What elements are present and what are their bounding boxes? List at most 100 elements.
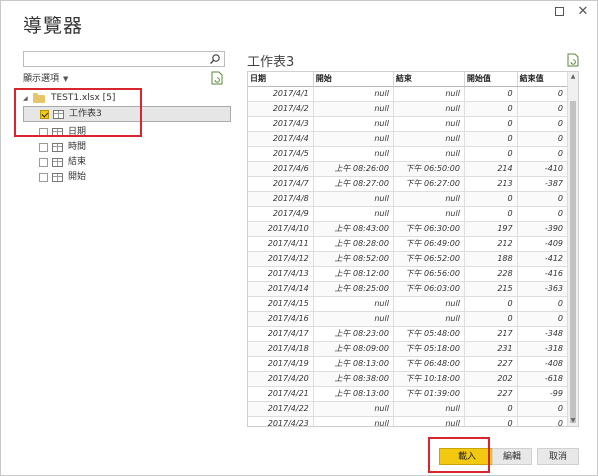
tree-item-checkbox[interactable]	[39, 173, 48, 182]
table-cell: -390	[517, 221, 569, 237]
tree-item-label: 結束	[68, 157, 87, 167]
table-cell: null	[393, 86, 465, 102]
table-row: 2017/4/10 上午 08:43:00 下午 06:30:00 197 -390	[248, 221, 569, 237]
table-row: 2017/4/23 null null 0 0	[248, 416, 569, 426]
tree-item-checkbox[interactable]	[39, 143, 48, 152]
table-cell: 0	[464, 311, 518, 327]
column-header[interactable]: 開始值	[464, 72, 518, 87]
table-row: 2017/4/13 上午 08:12:00 下午 06:56:00 228 -416	[248, 266, 569, 282]
table-cell: -408	[517, 356, 569, 372]
column-header[interactable]: 開始	[313, 72, 394, 87]
table-cell: null	[393, 131, 465, 147]
vertical-scrollbar[interactable]: ▲ ▼	[567, 72, 578, 426]
table-cell: 2017/4/7	[248, 176, 314, 192]
table-cell: 215	[464, 281, 518, 297]
maximize-icon	[554, 7, 564, 16]
display-options-label: 顯示選項	[23, 74, 60, 84]
table-cell: null	[313, 416, 394, 426]
table-cell: 228	[464, 266, 518, 282]
table-row: 2017/4/21 上午 08:13:00 下午 01:39:00 227 -99	[248, 386, 569, 402]
edit-button[interactable]: 編輯	[492, 448, 532, 465]
tree-item-label: 時間	[68, 142, 87, 152]
preview-table-container: 日期 開始 結束 開始值 結束值 2017/4/1 null null 0 0 2017/4/2 n…	[247, 71, 579, 427]
table-cell: -409	[517, 236, 569, 252]
table-cell: 227	[464, 356, 518, 372]
tree-item-checkbox[interactable]	[39, 158, 48, 167]
table-cell: 上午 08:13:00	[313, 386, 394, 402]
table-icon	[52, 173, 63, 182]
column-header[interactable]: 日期	[248, 72, 314, 87]
tree-item[interactable]: 時間	[23, 140, 231, 155]
table-cell: 2017/4/5	[248, 146, 314, 162]
table-cell: null	[393, 146, 465, 162]
table-cell: 0	[517, 146, 569, 162]
table-cell: 下午 05:18:00	[393, 341, 465, 357]
table-cell: 0	[517, 86, 569, 102]
table-cell: 上午 08:26:00	[313, 161, 394, 177]
table-cell: 2017/4/12	[248, 251, 314, 267]
cancel-button[interactable]: 取消	[537, 448, 579, 465]
table-cell: 217	[464, 326, 518, 342]
table-row: 2017/4/5 null null 0 0	[248, 146, 569, 162]
table-row: 2017/4/17 上午 08:23:00 下午 05:48:00 217 -348	[248, 326, 569, 342]
search-input[interactable]	[23, 51, 225, 67]
table-cell: null	[393, 116, 465, 132]
table-cell: null	[393, 401, 465, 417]
table-cell: 0	[517, 131, 569, 147]
table-row: 2017/4/1 null null 0 0	[248, 86, 569, 102]
table-row: 2017/4/4 null null 0 0	[248, 131, 569, 147]
table-cell: 上午 08:43:00	[313, 221, 394, 237]
table-cell: 0	[517, 416, 569, 426]
table-cell: 下午 10:18:00	[393, 371, 465, 387]
table-cell: 0	[464, 416, 518, 426]
table-row: 2017/4/11 上午 08:28:00 下午 06:49:00 212 -409	[248, 236, 569, 252]
table-cell: -99	[517, 386, 569, 402]
table-cell: -412	[517, 251, 569, 267]
table-row: 2017/4/3 null null 0 0	[248, 116, 569, 132]
table-row: 2017/4/7 上午 08:27:00 下午 06:27:00 213 -387	[248, 176, 569, 192]
table-cell: 0	[464, 86, 518, 102]
table-cell: null	[313, 296, 394, 312]
table-cell: 2017/4/4	[248, 131, 314, 147]
refresh-document-icon[interactable]	[211, 71, 223, 85]
table-row: 2017/4/16 null null 0 0	[248, 311, 569, 327]
column-header[interactable]: 結束	[393, 72, 465, 87]
table-cell: -416	[517, 266, 569, 282]
table-cell: 上午 08:52:00	[313, 251, 394, 267]
table-cell: 下午 06:30:00	[393, 221, 465, 237]
tree-item[interactable]: 結束	[23, 155, 231, 170]
table-row: 2017/4/6 上午 08:26:00 下午 06:50:00 214 -410	[248, 161, 569, 177]
navigator-dialog: 導覽器 ✕ 顯示選項 ▼ ◢ TEST1.xlsx [5] 工作表3 日期 時間 結束開…	[0, 0, 598, 476]
table-cell: 212	[464, 236, 518, 252]
table-cell: 上午 08:09:00	[313, 341, 394, 357]
table-cell: 0	[517, 116, 569, 132]
preview-title: 工作表3	[247, 55, 295, 70]
table-cell: 2017/4/20	[248, 371, 314, 387]
highlight-box-tree	[14, 88, 142, 137]
table-cell: 下午 06:56:00	[393, 266, 465, 282]
table-cell: null	[393, 191, 465, 207]
table-cell: 227	[464, 386, 518, 402]
refresh-document-icon[interactable]	[567, 53, 579, 67]
column-header[interactable]: 結束值	[517, 72, 569, 87]
table-cell: null	[313, 401, 394, 417]
table-row: 2017/4/15 null null 0 0	[248, 296, 569, 312]
display-options-dropdown[interactable]: 顯示選項 ▼	[23, 71, 68, 84]
table-cell: 上午 08:13:00	[313, 356, 394, 372]
preview-table: 日期 開始 結束 開始值 結束值 2017/4/1 null null 0 0 2017/4/2 n…	[248, 72, 569, 426]
maximize-button[interactable]	[548, 3, 570, 21]
tree-item[interactable]: 開始	[23, 170, 231, 185]
table-cell: 0	[464, 296, 518, 312]
table-cell: 2017/4/8	[248, 191, 314, 207]
scroll-down-icon[interactable]: ▼	[568, 416, 578, 426]
scroll-up-icon[interactable]: ▲	[568, 72, 578, 82]
chevron-down-icon: ▼	[63, 75, 69, 83]
scrollbar-thumb[interactable]	[570, 101, 576, 423]
close-button[interactable]: ✕	[572, 3, 594, 21]
table-cell: 214	[464, 161, 518, 177]
table-cell: null	[313, 311, 394, 327]
table-cell: null	[313, 131, 394, 147]
table-cell: 下午 06:49:00	[393, 236, 465, 252]
table-cell: 197	[464, 221, 518, 237]
table-cell: null	[393, 416, 465, 426]
